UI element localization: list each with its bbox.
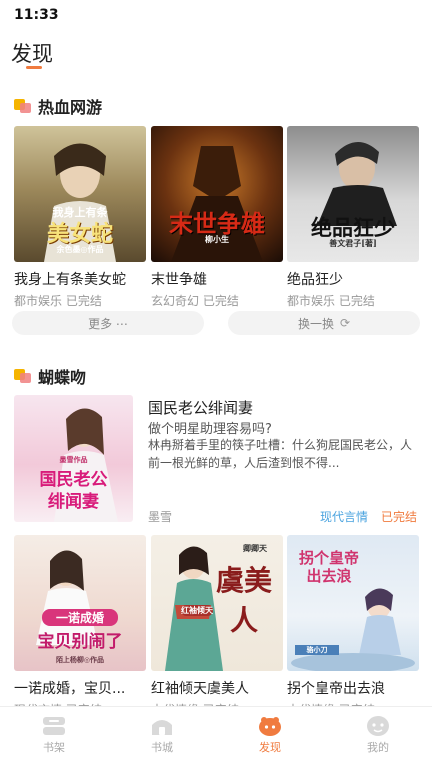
tab-label: 书城 (151, 741, 173, 754)
book-cover[interactable]: 我身上有条 美女蛇 余色墨◎作品 (14, 126, 146, 262)
discover-icon (259, 717, 281, 736)
book-name[interactable]: 拐个皇帝出去浪 (287, 678, 419, 698)
cover-top: 墨雪作品 (59, 455, 88, 464)
book-card[interactable]: 绝品狂少 善文君子[著] 绝品狂少 都市娱乐 已完结 (287, 126, 419, 309)
featured-book-genre: 现代言情 (320, 510, 369, 524)
book-card[interactable]: 我身上有条 美女蛇 余色墨◎作品 我身上有条美女蛇 都市娱乐 已完结 (14, 126, 146, 309)
book-name[interactable]: 一诺成婚，宝贝... (14, 678, 146, 698)
section-icon (14, 99, 32, 113)
tab-bookshelf[interactable]: 书架 (0, 707, 108, 768)
book-card[interactable]: 末世争雄 柳小生 末世争雄 玄幻奇幻 已完结 (151, 126, 283, 309)
book-cover[interactable]: 绝品狂少 善文君子[著] (287, 126, 419, 262)
section-header-rexue: 热血网游 (14, 95, 102, 117)
cover-line1: 拐个皇帝出去浪 (298, 549, 359, 585)
refresh-icon: ⟳ (339, 316, 351, 330)
section-title: 热血网游 (38, 98, 103, 117)
featured-book-desc-line1: 做个明星助理容易吗? (148, 422, 272, 437)
book-name[interactable]: 红袖倾天虞美人 (151, 678, 283, 698)
book-cover[interactable]: 末世争雄 柳小生 (151, 126, 283, 262)
featured-book-status: 已完结 (381, 510, 418, 524)
more-button[interactable]: 更多 ⋯ (12, 311, 204, 335)
status-bar: 11:33 (0, 0, 432, 30)
cover-author: 陌上杨柳◎作品 (55, 655, 105, 664)
featured-book-desc: 林冉掰着手里的筷子吐槽：什么狗屁国民老公，人前一根光鲜的草，人后渣到恨不得... (148, 438, 413, 470)
page-title: 发现 (11, 42, 53, 66)
refresh-button[interactable]: 换一换 ⟳ (228, 311, 420, 335)
book-meta: 都市娱乐 已完结 (287, 294, 375, 308)
status-time: 11:33 (14, 7, 59, 23)
cover-line1: 一诺成婚 (42, 609, 118, 626)
book-card[interactable]: 拐个皇帝出去浪 骆小刀 拐个皇帝出去浪 古代情缘 已完结 (287, 535, 419, 718)
cover-line2: 红袖倾天 (181, 605, 213, 616)
section-title: 蝴蝶吻 (38, 368, 87, 387)
title-underline (26, 66, 42, 69)
tab-discover[interactable]: 发现 (216, 707, 324, 768)
book-card[interactable]: 虞美人 红袖倾天 卿卿天 红袖倾天虞美人 古代情缘 已完结 (151, 535, 283, 718)
cover-line2: 宝贝别闹了 (37, 632, 123, 652)
cover-line2: 绯闻妻 (48, 492, 99, 512)
tab-label: 书架 (43, 741, 65, 754)
bottom-tab-bar: 书架 书城 发现 我的 (0, 706, 432, 768)
bookshelf-icon (43, 717, 65, 735)
cover-author: 善文君子[著] (329, 238, 377, 248)
section-header-hudiewen: 蝴蝶吻 (14, 365, 86, 387)
refresh-label: 换一换 (297, 316, 334, 331)
cover-author: 骆小刀 (295, 645, 339, 655)
cover-author: 余色墨◎作品 (56, 244, 104, 254)
book-name[interactable]: 末世争雄 (151, 269, 283, 289)
book-meta: 都市娱乐 已完结 (14, 294, 102, 308)
tab-label: 我的 (367, 741, 389, 754)
tab-label: 发现 (259, 741, 281, 754)
book-name[interactable]: 绝品狂少 (287, 269, 419, 289)
cover-author: 柳小生 (205, 234, 229, 244)
book-meta: 玄幻奇幻 已完结 (151, 294, 239, 308)
profile-icon (367, 716, 389, 736)
tab-bookstore[interactable]: 书城 (108, 707, 216, 768)
book-name[interactable]: 我身上有条美女蛇 (14, 269, 146, 289)
tab-profile[interactable]: 我的 (324, 707, 432, 768)
featured-book-cover[interactable]: 墨雪作品 国民老公 绯闻妻 (14, 395, 133, 522)
book-cover[interactable]: 虞美人 红袖倾天 卿卿天 (151, 535, 283, 671)
more-label: 更多 ⋯ (88, 316, 128, 331)
book-card[interactable]: 一诺成婚 宝贝别闹了 陌上杨柳◎作品 一诺成婚，宝贝... 现代言情 已完结 (14, 535, 146, 718)
section-icon (14, 369, 32, 383)
book-cover[interactable]: 拐个皇帝出去浪 骆小刀 (287, 535, 419, 671)
featured-book-author: 墨雪 (148, 510, 173, 524)
featured-book-title[interactable]: 国民老公绯闻妻 (148, 397, 253, 418)
cover-line1: 虞美人 (215, 564, 272, 637)
bookstore-icon (152, 720, 172, 735)
cover-author: 卿卿天 (243, 543, 267, 553)
book-cover[interactable]: 一诺成婚 宝贝别闹了 陌上杨柳◎作品 (14, 535, 146, 671)
